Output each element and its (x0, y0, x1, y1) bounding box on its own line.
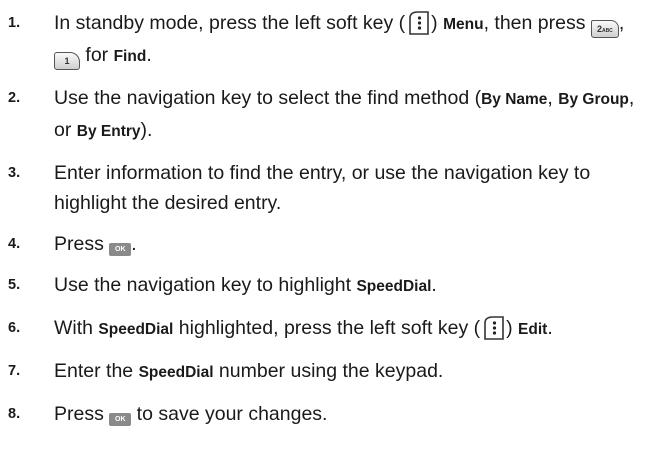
step-text: Use the navigation key to highlight (54, 274, 357, 296)
step-8: 8. Press OK to save your changes. (8, 399, 638, 429)
step-1: 1. In standby mode, press the left soft … (8, 8, 638, 72)
step-7: 7. Enter the SpeedDial number using the … (8, 356, 638, 388)
step-text: Enter the (54, 360, 139, 382)
step-5: 5. Use the navigation key to highlight S… (8, 270, 638, 302)
ok-key-icon: OK (109, 243, 132, 256)
step-text: Use the navigation key to select the fin… (54, 87, 482, 109)
speeddial-label: SpeedDial (138, 364, 214, 381)
step-number: 5. (8, 277, 21, 293)
speeddial-label: SpeedDial (356, 278, 432, 295)
step-number: 1. (8, 15, 21, 31)
menu-label: Menu (443, 16, 484, 33)
step-text: In standby mode, press the left soft key… (54, 12, 406, 34)
left-soft-key-icon (484, 316, 504, 340)
step-number: 4. (8, 236, 21, 252)
edit-label: Edit (518, 321, 548, 338)
step-number: 3. (8, 165, 21, 181)
step-4: 4. Press OK. (8, 229, 638, 259)
step-text: Enter information to find the entry, or … (54, 162, 591, 214)
ok-key-icon: OK (109, 413, 132, 426)
step-text: With (54, 317, 99, 339)
key-1-icon: 1 (54, 52, 80, 70)
step-2: 2. Use the navigation key to select the … (8, 83, 638, 147)
speeddial-label: SpeedDial (98, 321, 174, 338)
step-3: 3. Enter information to find the entry, … (8, 158, 638, 218)
key-2-icon: 2ABC (590, 20, 619, 38)
left-soft-key-icon (409, 11, 429, 35)
step-6: 6. With SpeedDial highlighted, press the… (8, 313, 638, 345)
by-entry-label: By Entry (76, 123, 141, 140)
step-number: 2. (8, 90, 21, 106)
step-number: 7. (8, 363, 21, 379)
step-text: Press (54, 233, 110, 255)
step-number: 8. (8, 406, 21, 422)
by-group-label: By Group (558, 91, 629, 108)
step-text: Press (54, 403, 110, 425)
instruction-list: 1. In standby mode, press the left soft … (8, 8, 638, 440)
step-number: 6. (8, 320, 21, 336)
find-label: Find (113, 48, 147, 65)
by-name-label: By Name (481, 91, 548, 108)
